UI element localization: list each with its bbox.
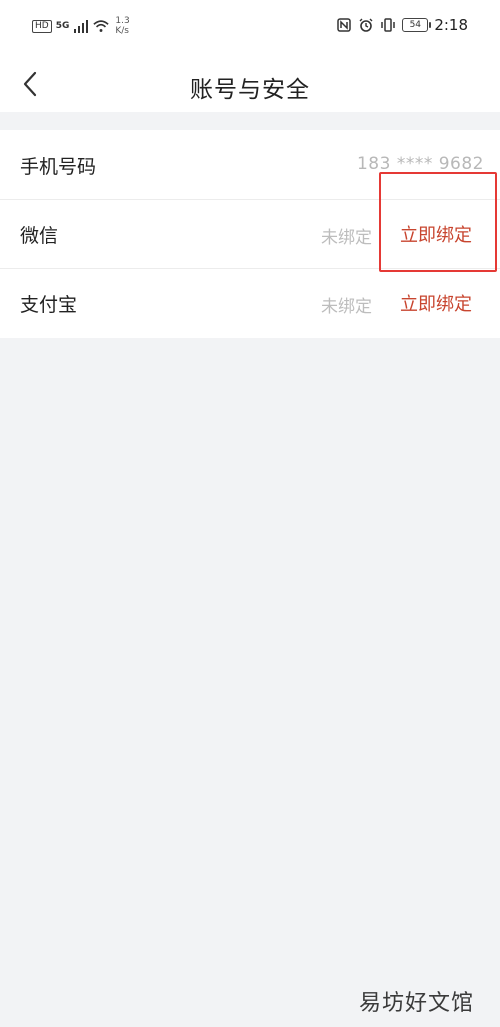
battery-icon: 54	[402, 18, 432, 32]
status-time: 2:18	[434, 16, 468, 34]
wechat-bind-button[interactable]: 立即绑定	[400, 221, 472, 247]
wechat-bind-status: 未绑定	[321, 228, 372, 248]
network-speed: 1.3 K/s	[115, 16, 129, 36]
nfc-icon	[337, 18, 352, 32]
wechat-row: 微信 未绑定 立即绑定	[0, 199, 500, 268]
wechat-label: 微信	[20, 225, 59, 247]
wifi-icon	[93, 20, 109, 32]
status-right: 54 2:18	[336, 16, 468, 34]
status-bar: HD 5G 1.3 K/s 54 2:18	[0, 0, 500, 56]
phone-row[interactable]: 手机号码 183 **** 9682	[0, 130, 500, 199]
alipay-bind-status: 未绑定	[321, 297, 372, 317]
alipay-row: 支付宝 未绑定 立即绑定	[0, 268, 500, 337]
alipay-bind-button[interactable]: 立即绑定	[400, 290, 472, 316]
alipay-label: 支付宝	[20, 294, 78, 316]
hd-icon: HD	[32, 19, 52, 33]
page-title: 账号与安全	[190, 77, 310, 103]
account-list: 手机号码 183 **** 9682 微信 未绑定 立即绑定 支付宝 未绑定 立…	[0, 130, 500, 338]
network-speed-value: 1.3	[115, 16, 130, 26]
signal-icon	[74, 20, 89, 33]
phone-value: 183 **** 9682	[356, 154, 484, 174]
phone-label: 手机号码	[20, 156, 97, 178]
network-type-label: 5G	[55, 21, 70, 31]
vibrate-icon	[381, 18, 396, 32]
watermark: 易坊好文馆	[358, 991, 474, 1016]
status-left: HD 5G 1.3 K/s	[32, 16, 130, 36]
nav-bar: 账号与安全	[0, 56, 500, 112]
alarm-icon	[359, 18, 373, 32]
network-speed-unit: K/s	[115, 26, 129, 36]
